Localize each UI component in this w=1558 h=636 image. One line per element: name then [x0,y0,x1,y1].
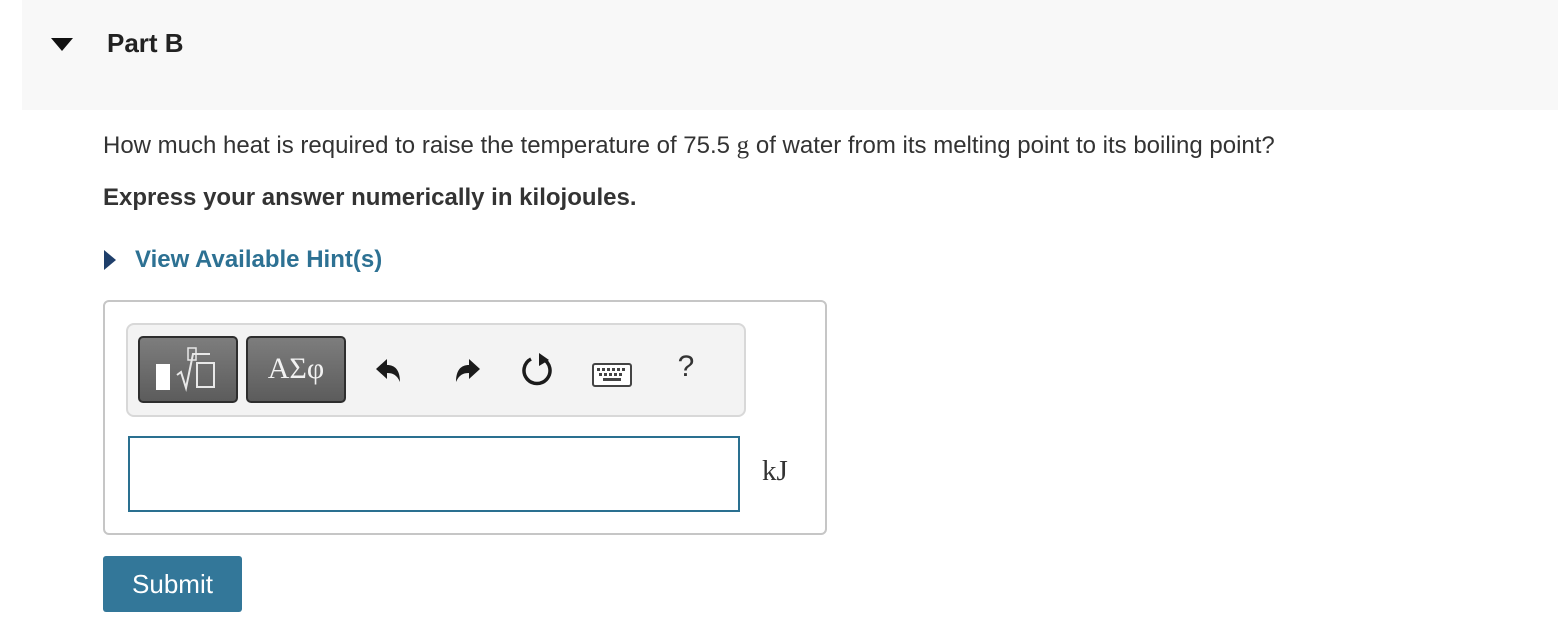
answer-unit: kJ [762,455,788,487]
templates-icon [156,347,215,392]
question-text-after: of water from its melting point to its b… [749,132,1275,159]
templates-button[interactable] [138,336,238,403]
part-header [22,0,1558,110]
undo-icon[interactable] [374,356,404,391]
question-unit-symbol: g [736,132,750,159]
part-title: Part B [107,28,184,58]
view-hints-link[interactable]: View Available Hint(s) [103,244,382,276]
expand-triangle-icon [104,250,116,270]
symbols-label: ΑΣφ [267,352,325,385]
question-text-before: How much heat is required to raise the t… [103,132,737,159]
symbols-button[interactable]: ΑΣφ [246,336,346,403]
reset-icon[interactable] [518,352,556,395]
collapse-triangle-icon[interactable] [50,36,74,52]
submit-button[interactable]: Submit [103,556,242,612]
redo-icon[interactable] [452,356,482,391]
keyboard-icon[interactable] [592,363,632,392]
answer-input[interactable] [128,436,740,512]
help-button[interactable]: ? [671,350,701,390]
question-text: How much heat is required to raise the t… [103,132,1275,160]
answer-instruction: Express your answer numerically in kiloj… [103,184,637,211]
view-hints-label: View Available Hint(s) [135,246,383,273]
